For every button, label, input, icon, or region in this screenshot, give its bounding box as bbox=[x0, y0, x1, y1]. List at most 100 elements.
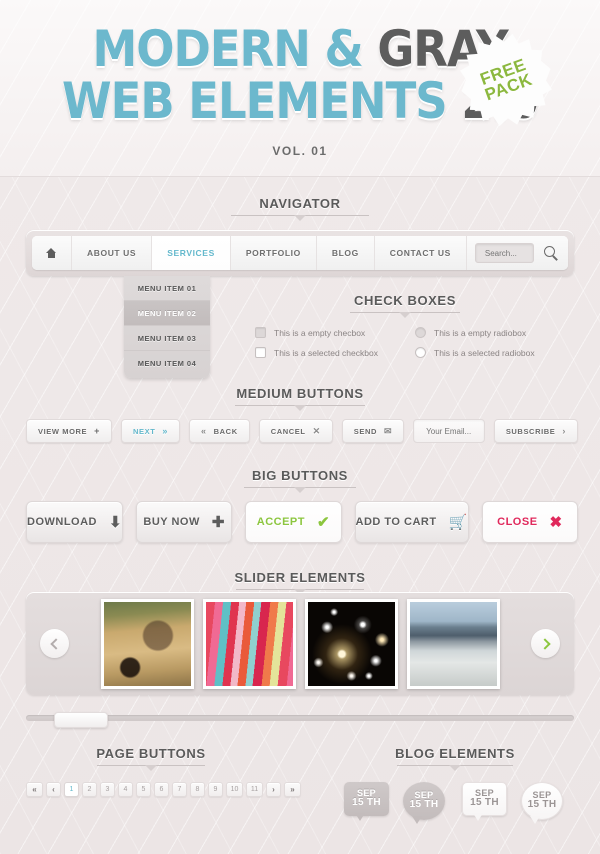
pagination-page-1[interactable]: 1 bbox=[64, 782, 79, 797]
pagination-page-7[interactable]: 7 bbox=[172, 782, 187, 797]
nav-item-blog[interactable]: BLOG bbox=[316, 236, 375, 270]
title-rule bbox=[231, 215, 369, 221]
page-buttons-section: PAGE BUTTONS « ‹ 1 2 3 4 5 6 7 8 9 10 11… bbox=[26, 745, 301, 797]
pagination-first-button[interactable]: « bbox=[26, 782, 43, 797]
big-buttons-section-title: BIG BUTTONS bbox=[0, 467, 600, 493]
blog-date-badge-circle-light[interactable]: SEP 15 TH bbox=[521, 782, 566, 824]
slider-thumbnails bbox=[77, 598, 523, 689]
page-buttons-section-title: PAGE BUTTONS bbox=[26, 745, 276, 771]
nav-item-contact-us[interactable]: CONTACT US bbox=[374, 236, 467, 270]
hero-volume: VOL. 01 bbox=[272, 144, 328, 158]
dropdown-label: MENU ITEM 01 bbox=[137, 283, 197, 293]
hero-title-modern: MODERN & bbox=[92, 20, 363, 78]
send-button[interactable]: SEND ✉ bbox=[341, 419, 405, 443]
slider-thumb-1[interactable] bbox=[100, 598, 194, 689]
shopping-cart-icon: 🛒 bbox=[448, 513, 468, 531]
slider-thumb-2[interactable] bbox=[202, 598, 296, 689]
pagination-page-2[interactable]: 2 bbox=[82, 782, 97, 797]
nav-item-home[interactable] bbox=[32, 236, 72, 270]
pagination-next-button[interactable]: › bbox=[266, 782, 281, 797]
nav-label: CONTACT US bbox=[389, 248, 451, 258]
scrollbar-track[interactable] bbox=[26, 715, 574, 721]
pagination-page-8[interactable]: 8 bbox=[190, 782, 205, 797]
cancel-button[interactable]: CANCEL ✕ bbox=[258, 419, 333, 443]
hero-header: MODERN & GRAY WEB ELEMENTS 2.0 VOL. 01 F… bbox=[0, 0, 600, 177]
close-button[interactable]: CLOSE ✖ bbox=[481, 501, 578, 543]
empty-checkbox-row[interactable]: This is a empty checbox bbox=[255, 327, 415, 338]
slider-container bbox=[26, 592, 574, 695]
check-boxes-grid: This is a empty checbox This is a empty … bbox=[255, 327, 555, 358]
section-heading: NAVIGATOR bbox=[259, 196, 341, 211]
title-rule bbox=[244, 487, 356, 493]
next-button[interactable]: NEXT » bbox=[121, 419, 181, 443]
dropdown-item-04[interactable]: MENU ITEM 04 bbox=[124, 351, 210, 375]
subscribe-button[interactable]: SUBSCRIBE › bbox=[493, 419, 578, 443]
add-to-cart-button[interactable]: ADD TO CART 🛒 bbox=[354, 501, 469, 543]
pagination-page-4[interactable]: 4 bbox=[118, 782, 133, 797]
slider-prev-button[interactable] bbox=[40, 629, 69, 658]
dropdown-item-02[interactable]: MENU ITEM 02 bbox=[124, 301, 210, 326]
speech-tail-icon bbox=[412, 816, 422, 824]
dirt-bike-photo bbox=[103, 601, 191, 686]
checkbox-empty-icon[interactable] bbox=[255, 327, 266, 338]
selected-checkbox-row[interactable]: This is a selected checkbox bbox=[255, 347, 415, 358]
radio-label: This is a empty radiobox bbox=[434, 327, 527, 338]
selected-radiobox-row[interactable]: This is a selected radiobox bbox=[415, 347, 560, 358]
button-label: SUBSCRIBE bbox=[505, 426, 556, 436]
pagination-last-button[interactable]: » bbox=[284, 782, 301, 797]
checkbox-selected-icon[interactable] bbox=[255, 347, 266, 358]
pagination-page-5[interactable]: 5 bbox=[136, 782, 151, 797]
blog-date-badge-square-dark[interactable]: SEP 15 TH bbox=[344, 782, 389, 821]
email-input[interactable] bbox=[424, 425, 474, 437]
dropdown-item-03[interactable]: MENU ITEM 03 bbox=[124, 326, 210, 351]
accept-button[interactable]: ACCEPT ✔ bbox=[245, 501, 342, 543]
close-x-icon: ✕ bbox=[312, 425, 321, 436]
search-icon[interactable] bbox=[542, 244, 560, 262]
download-button[interactable]: DOWNLOAD ⬇ bbox=[26, 501, 124, 543]
pagination-page-6[interactable]: 6 bbox=[154, 782, 169, 797]
search-box[interactable] bbox=[474, 243, 534, 263]
radio-empty-icon[interactable] bbox=[415, 327, 426, 338]
close-x-icon: ✖ bbox=[549, 513, 563, 531]
checkmark-icon: ✔ bbox=[316, 513, 331, 531]
radio-label: This is a selected radiobox bbox=[434, 347, 535, 358]
pagination-page-3[interactable]: 3 bbox=[100, 782, 115, 797]
dropdown-menu: MENU ITEM 01 MENU ITEM 02 MENU ITEM 03 M… bbox=[124, 276, 210, 378]
nav-item-services[interactable]: SERVICES bbox=[152, 236, 231, 270]
blog-date-badge-square-light[interactable]: SEP 15 TH bbox=[462, 782, 507, 821]
envelope-icon: ✉ bbox=[383, 425, 393, 436]
pagination-page-11[interactable]: 11 bbox=[246, 782, 263, 797]
nav-label: PORTFOLIO bbox=[245, 248, 301, 258]
section-heading: CHECK BOXES bbox=[354, 293, 456, 308]
section-heading: SLIDER ELEMENTS bbox=[234, 570, 366, 585]
pagination-prev-button[interactable]: ‹ bbox=[46, 782, 61, 797]
search-input[interactable] bbox=[482, 247, 526, 259]
badge-body: SEP 15 TH bbox=[462, 782, 507, 816]
hero-title-webelements: WEB ELEMENTS bbox=[61, 72, 448, 130]
email-field[interactable] bbox=[413, 419, 485, 443]
chevron-right-icon: › bbox=[562, 425, 566, 436]
view-more-button[interactable]: VIEW MORE + bbox=[26, 419, 113, 443]
navigator-bar: ABOUT US SERVICES PORTFOLIO BLOG CONTACT… bbox=[26, 230, 574, 378]
dropdown-item-01[interactable]: MENU ITEM 01 bbox=[124, 276, 210, 301]
nav-label: BLOG bbox=[331, 248, 359, 258]
medium-buttons-section-title: MEDIUM BUTTONS bbox=[0, 385, 600, 411]
horizontal-scrollbar[interactable] bbox=[26, 712, 574, 728]
pagination-page-9[interactable]: 9 bbox=[208, 782, 223, 797]
button-label: ADD TO CART bbox=[355, 516, 437, 528]
slider-thumb-4[interactable] bbox=[406, 598, 500, 689]
scrollbar-handle[interactable] bbox=[54, 712, 108, 728]
back-button[interactable]: « BACK bbox=[189, 419, 250, 443]
buy-now-button[interactable]: BUY NOW ✚ bbox=[136, 501, 233, 543]
blog-elements-section-title: BLOG ELEMENTS bbox=[330, 745, 580, 771]
button-label: CLOSE bbox=[497, 516, 538, 528]
pagination-page-10[interactable]: 10 bbox=[226, 782, 243, 797]
radio-selected-icon[interactable] bbox=[415, 347, 426, 358]
blog-date-badge-circle-dark[interactable]: SEP 15 TH bbox=[403, 782, 448, 824]
nav-item-portfolio[interactable]: PORTFOLIO bbox=[230, 236, 317, 270]
nav-item-about-us[interactable]: ABOUT US bbox=[72, 236, 153, 270]
empty-radiobox-row[interactable]: This is a empty radiobox bbox=[415, 327, 560, 338]
badge-body: SEP 15 TH bbox=[344, 782, 389, 816]
slider-thumb-3[interactable] bbox=[304, 598, 398, 689]
slider-next-button[interactable] bbox=[531, 629, 560, 658]
